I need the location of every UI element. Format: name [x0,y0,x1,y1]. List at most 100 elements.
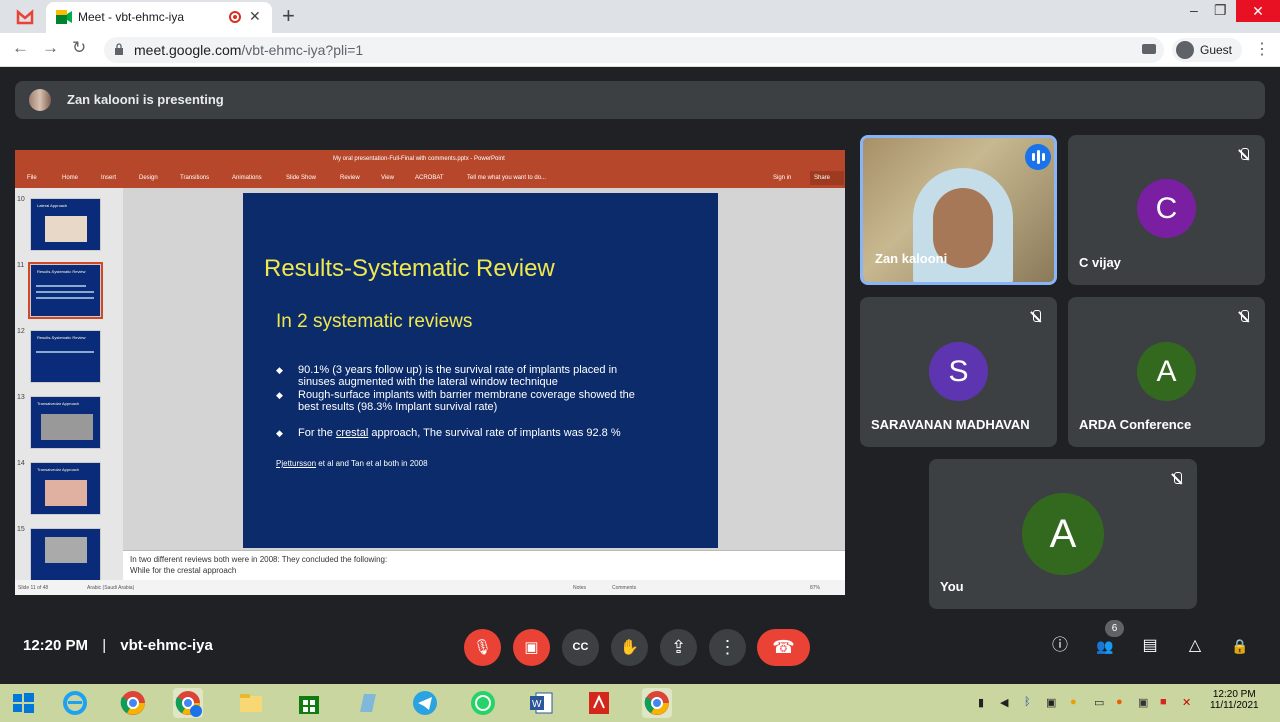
host-controls-button[interactable]: 🔒 [1228,634,1252,658]
recording-icon [229,11,241,23]
window-close-button[interactable]: ✕ [1236,0,1280,22]
bluetooth-icon[interactable]: ᛒ [1024,696,1031,708]
tray-app-icon[interactable]: ● [1116,696,1123,708]
chrome-active-icon[interactable] [642,688,672,718]
people-button[interactable]: 👥 [1093,634,1117,658]
raise-hand-button[interactable]: ✋ [611,629,648,666]
thumb-number: 12 [17,328,25,335]
slide-citation: Pjettursson et al and Tan et al both in … [276,459,428,468]
participant-tile-zan-kalooni[interactable]: Zan kalooni [860,135,1057,285]
thumb-line [36,351,94,353]
tray-app-icon[interactable]: ▭ [1094,696,1104,709]
status-zoom: 87% [810,585,821,591]
slide-thumbnail [30,528,101,581]
tray-acrobat-icon[interactable]: ■ [1160,696,1167,708]
thumb-title: Results-Systematic Review [37,269,86,274]
back-button[interactable]: ← [12,38,29,58]
thumb-image [41,414,93,440]
tray-app-icon[interactable]: ▣ [1046,696,1056,709]
reload-button[interactable]: ↻ [72,38,86,58]
participant-tile-saravanan-madhavan[interactable]: S SARAVANAN MADHAVAN [860,297,1057,447]
meeting-info-button[interactable]: ⓘ [1048,634,1072,658]
file-explorer-icon[interactable] [236,688,266,718]
chat-button[interactable]: ▤ [1138,634,1162,658]
forward-button[interactable]: → [42,38,59,58]
ribbon-tab: Home [62,175,79,181]
url-host: meet.google.com [134,42,242,58]
participant-avatar: S [929,342,988,401]
thumb-number: 14 [17,460,25,467]
thumb-number: 13 [17,394,25,401]
browser-toolbar: ← → ↻ meet.google.com/vbt-ehmc-iya?pli=1… [0,33,1280,67]
participant-tile-arda-conference[interactable]: A ARDA Conference [1068,297,1265,447]
taskbar-clock[interactable]: 12:20 PM 11/11/2021 [1210,689,1259,711]
citation-author: Pjettursson [276,459,317,468]
participant-name: C vijay [1079,255,1121,270]
ribbon-tell-me: Tell me what you want to do... [467,175,547,181]
address-bar[interactable]: meet.google.com/vbt-ehmc-iya?pli=1 [104,37,1164,63]
participant-name: ARDA Conference [1079,417,1192,432]
acrobat-icon[interactable] [584,688,614,718]
activities-button[interactable]: △ [1183,634,1207,658]
more-options-button[interactable]: ⋮ [709,629,746,666]
tab-meet[interactable]: Meet - vbt-ehmc-iya ✕ [46,2,272,33]
minimize-button[interactable]: – [1190,2,1198,18]
gmail-tab-icon[interactable] [10,6,40,28]
store-icon[interactable] [294,688,324,718]
thumb-title: Lateral Approach [37,203,68,208]
leave-call-button[interactable]: ☎ [757,629,810,666]
participant-tile-you[interactable]: A You [929,459,1197,609]
present-now-button[interactable]: ⇪ [660,629,697,666]
notes-line: In two different reviews both were in 20… [130,555,388,564]
slide-subtitle: In 2 systematic reviews [276,311,473,332]
slide-editor: Results-Systematic Review In 2 systemati… [123,188,845,550]
slide-thumbnail: Lateral Approach [30,198,101,251]
muted-mic-icon [1022,303,1050,331]
chrome-profile-icon[interactable] [173,688,203,718]
thumb-image [45,216,87,242]
slide-thumbnail: Transalveolar Approach [30,462,101,515]
guest-avatar-icon [1176,41,1194,59]
tray-app-icon[interactable]: ● [1070,696,1077,708]
thumb-image [45,537,87,563]
network-icon[interactable]: ▮ [978,696,984,709]
status-language: Arabic (Saudi Arabia) [87,585,135,591]
thumb-number: 11 [17,262,25,269]
word-icon[interactable]: W [526,688,556,718]
browser-menu-icon[interactable]: ⋮ [1254,39,1270,59]
tray-app-icon[interactable]: ✕ [1182,696,1191,709]
bullet-line: sinuses augmented with the lateral windo… [298,376,558,388]
mic-toggle-button[interactable]: 🎙 [464,629,501,666]
profile-button[interactable]: Guest [1172,38,1243,62]
ppt-ribbon: File Home Insert Design Transitions Anim… [15,168,845,188]
bullet-text: approach, The survival rate of implants … [368,427,621,439]
notes-app-icon[interactable] [352,688,382,718]
tab-close-icon[interactable]: ✕ [249,8,261,25]
captions-button[interactable]: CC [562,629,599,666]
thumb-image [45,480,87,506]
participant-tile-c-vijay[interactable]: C C vijay [1068,135,1265,285]
restore-button[interactable]: ❐ [1214,2,1227,19]
volume-icon[interactable]: ◀ [1000,696,1008,709]
camera-permission-icon[interactable] [1142,44,1156,54]
speaking-bar [1042,153,1045,161]
telegram-icon[interactable] [410,688,440,718]
tray-app-icon[interactable]: ▣ [1138,696,1148,709]
ppt-status-bar: Slide 11 of 48 Arabic (Saudi Arabia) Not… [15,580,845,595]
thumb-line [36,297,94,299]
shared-screen[interactable]: My oral presentation-Full-Final with com… [15,150,845,595]
new-tab-button[interactable]: + [282,3,295,29]
ribbon-tab: Slide Show [286,175,317,181]
windows-start-icon[interactable] [8,688,38,718]
participant-name: Zan kalooni [875,251,948,266]
speaking-bar [1032,153,1035,161]
bullet-line: 90.1% (3 years follow up) is the surviva… [298,364,618,376]
clock-date: 11/11/2021 [1210,700,1259,711]
url-text: meet.google.com/vbt-ehmc-iya?pli=1 [134,42,363,58]
chrome-icon[interactable] [118,688,148,718]
whatsapp-icon[interactable] [468,688,498,718]
lock-icon [115,43,123,55]
camera-toggle-button[interactable]: ▣ [513,629,550,666]
internet-explorer-icon[interactable] [60,688,90,718]
speaker-notes: In two different reviews both were in 20… [123,550,845,580]
